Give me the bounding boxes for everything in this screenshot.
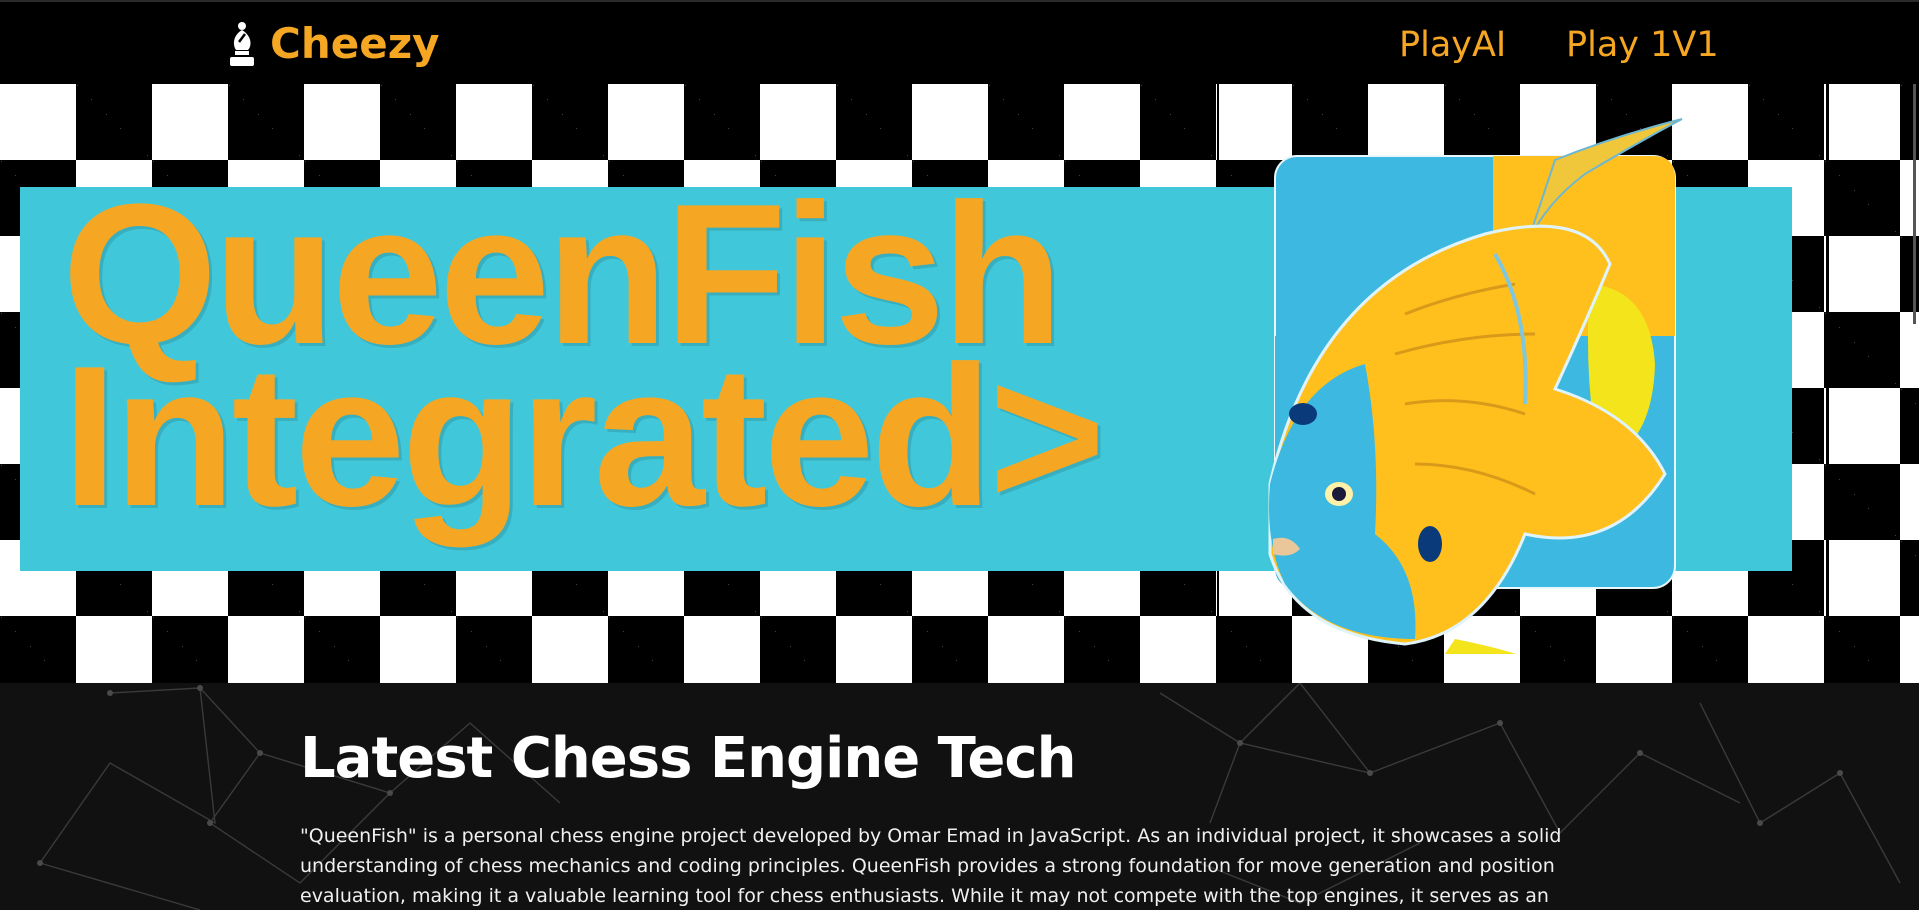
content-section: Latest Chess Engine Tech "QueenFish" is … xyxy=(0,683,1919,910)
chess-bishop-icon xyxy=(230,22,254,66)
brand-logo-link[interactable]: Cheezy xyxy=(226,20,440,68)
queen-angelfish-illustration xyxy=(1268,118,1683,654)
hero-banner: QueenFish Integrated> xyxy=(0,84,1919,683)
checkerboard-edge xyxy=(1826,84,1829,683)
hero-headline: QueenFish Integrated> xyxy=(62,175,1106,548)
section-title: Latest Chess Engine Tech xyxy=(300,726,1076,791)
hero-headline-line-2: Integrated> xyxy=(62,325,1106,548)
hero-scroll-indicator xyxy=(1913,84,1916,324)
brand-name: Cheezy xyxy=(270,19,440,68)
nav-link-playai[interactable]: PlayAI xyxy=(1399,22,1506,68)
top-navbar: Cheezy PlayAI Play 1V1 xyxy=(0,2,1919,84)
section-description: "QueenFish" is a personal chess engine p… xyxy=(300,825,1562,907)
nav-link-play-1v1[interactable]: Play 1V1 xyxy=(1566,22,1719,68)
